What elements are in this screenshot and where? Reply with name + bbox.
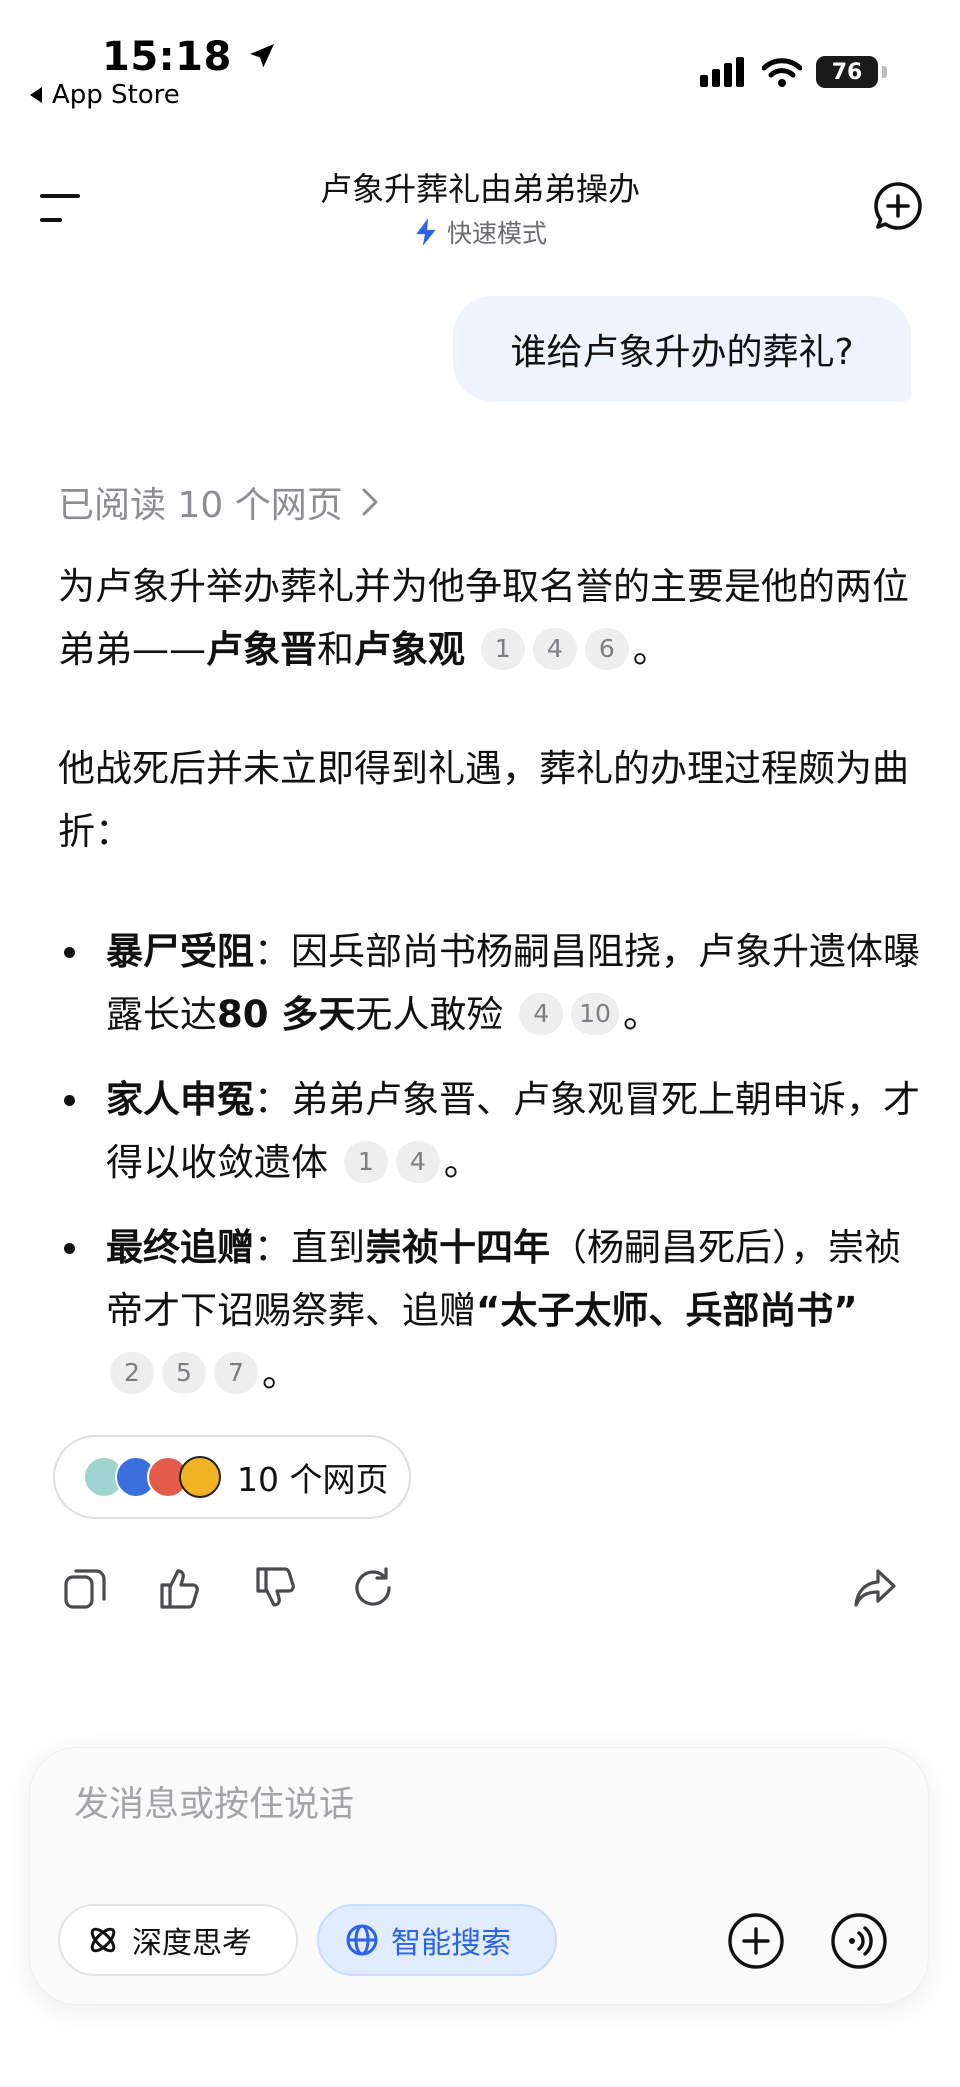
back-label: App Store [52,80,180,110]
bullet-head: 最终追赠 [106,1226,254,1269]
bullet-dot [64,1243,75,1254]
bullet-bold: 崇祯十四年 [365,1226,550,1269]
back-triangle-icon [30,87,42,103]
status-icons: 76 [700,56,887,88]
sources-button[interactable]: 10 个网页 [53,1435,411,1519]
read-pages-label: 已阅读 10 个网页 [58,485,343,526]
citation-badge[interactable]: 1 [480,627,525,670]
plus-icon[interactable] [727,1912,785,1970]
citation-badge[interactable]: 7 [214,1351,258,1394]
mode-label: 快速模式 [446,219,547,248]
user-message-text: 谁给卢象升办的葬礼? [510,332,854,373]
deep-think-label: 深度思考 [132,1926,252,1961]
citation-badge[interactable]: 6 [584,627,629,670]
list-item: 暴尸受阻：因兵部尚书杨嗣昌阻挠，卢象升遗体曝露长达80 多天无人敢殓 4 10。 [58,920,920,1046]
bullet-text: ：直到 [254,1226,365,1269]
citation-badge[interactable]: 4 [519,992,564,1035]
list-item: 家人申冤：弟弟卢象晋、卢象观冒死上朝申诉，才得以收敛遗体 1 4。 [58,1068,920,1194]
regenerate-icon[interactable] [350,1565,396,1611]
answer-bullet-list: 暴尸受阻：因兵部尚书杨嗣昌阻挠，卢象升遗体曝露长达80 多天无人敢殓 4 10。 … [58,920,920,1427]
status-time-text: 15:18 [102,34,232,80]
citation-badge[interactable]: 4 [532,627,577,670]
deep-think-toggle[interactable]: 深度思考 [58,1904,298,1976]
bullet-dot [64,947,75,958]
citation-badge[interactable]: 10 [571,992,619,1035]
citation-badge[interactable]: 2 [110,1351,154,1394]
source-site-icons [83,1456,221,1498]
location-arrow-icon [250,44,275,68]
mode-selector[interactable]: 快速模式 [0,214,960,250]
answer-paragraph-1: 为卢象升举办葬礼并为他争取名誉的主要是他的两位弟弟——卢象晋和卢象观 1 4 6。 [58,555,918,681]
share-icon[interactable] [852,1565,898,1611]
back-to-app-store[interactable]: App Store [28,80,180,110]
signal-icon [700,57,744,87]
thumbs-down-icon[interactable] [254,1565,300,1611]
bullet-head: 暴尸受阻 [106,930,254,973]
chevron-right-icon [362,488,378,516]
para1-bold-1: 卢象晋 [206,628,317,671]
smart-search-label: 智能搜索 [391,1926,511,1961]
bullet-bold: 80 多天 [217,993,356,1036]
sources-label: 10 个网页 [237,1460,389,1499]
source-site-icon [179,1456,221,1498]
bullet-dot [64,1095,75,1106]
list-item: 最终追赠：直到崇祯十四年（杨嗣昌死后），崇祯帝才下诏赐祭葬、追赠“太子太师、兵部… [58,1216,920,1405]
wifi-icon [762,58,802,87]
para1-bold-2: 卢象观 [354,628,465,671]
page-title: 卢象升葬礼由弟弟操办 [319,170,640,208]
para1-end: 。 [632,628,670,671]
bullet-end: 。 [622,993,660,1036]
globe-icon [346,1924,378,1956]
bullet-head: 家人申冤 [106,1078,254,1121]
new-chat-icon[interactable] [872,180,924,232]
lightning-icon [416,218,436,246]
battery-icon: 76 [816,56,887,88]
citation-badge[interactable]: 4 [395,1140,440,1183]
citation-badge[interactable]: 1 [343,1140,388,1183]
bullet-bold-2: “太子太师、兵部尚书” [476,1289,858,1332]
bullet-end: 。 [443,1141,481,1184]
message-composer: 深度思考 智能搜索 [29,1747,929,2005]
answer-paragraph-2: 他战死后并未立即得到礼遇，葬礼的办理过程颇为曲折： [58,747,909,853]
copy-icon[interactable] [62,1565,108,1611]
thumbs-up-icon[interactable] [158,1565,204,1611]
status-time: 15:18 [102,34,278,80]
bullet-text-2: 无人敢殓 [355,993,504,1036]
smart-search-toggle[interactable]: 智能搜索 [317,1904,557,1976]
citation-badge[interactable]: 5 [162,1351,206,1394]
user-message-bubble: 谁给卢象升办的葬礼? [453,296,911,402]
voice-icon[interactable] [830,1912,888,1970]
para1-text-2: 和 [317,628,354,671]
bullet-end: 。 [262,1352,299,1395]
message-actions [62,1565,902,1615]
deep-think-icon [90,1927,116,1953]
battery-level: 76 [831,59,863,85]
read-pages-toggle[interactable]: 已阅读 10 个网页 [58,476,379,528]
message-input[interactable] [72,1784,876,1826]
